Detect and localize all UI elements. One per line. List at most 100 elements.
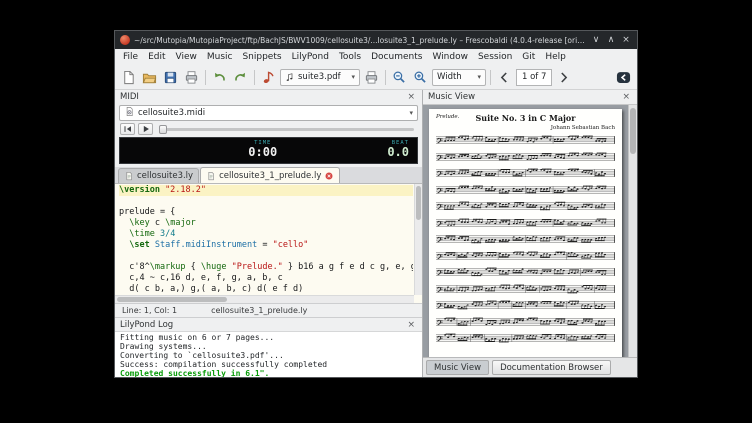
redo-icon[interactable] xyxy=(231,68,250,87)
menu-session[interactable]: Session xyxy=(473,51,517,63)
titlebar[interactable]: ~/src/Mutopia/MutopiaProject/ftp/BachJS/… xyxy=(115,31,637,49)
log-line: Fitting music on 6 or 7 pages... xyxy=(120,333,417,342)
open-document-icon[interactable] xyxy=(140,68,159,87)
toolbar-separator xyxy=(254,70,255,85)
editor-vscroll-thumb[interactable] xyxy=(416,186,421,220)
lcd-beat-value: 0.0 xyxy=(387,146,409,160)
tool-selector-tabs: Music ViewDocumentation Browser xyxy=(423,357,637,377)
undo-icon[interactable] xyxy=(210,68,229,87)
code-token: \huge xyxy=(201,262,227,272)
code-token: c'8^ xyxy=(119,262,150,272)
staff-system-11 xyxy=(436,300,615,310)
close-window-icon[interactable]: × xyxy=(620,33,632,47)
editor-tab-2[interactable]: cellosuite3_1_prelude.ly xyxy=(200,167,340,183)
log-panel-title: LilyPond Log xyxy=(120,320,405,330)
menu-git[interactable]: Git xyxy=(517,51,540,63)
code-line-5[interactable]: \time 3/4 xyxy=(119,229,413,240)
collapse-toolbar-icon[interactable] xyxy=(614,68,633,87)
movement-label: Prelude. xyxy=(436,114,459,120)
editor-vertical-scrollbar[interactable] xyxy=(414,184,422,295)
menu-view[interactable]: View xyxy=(171,51,202,63)
view-width-combo[interactable]: Width▾ xyxy=(432,69,486,86)
code-line-8[interactable]: c'8^\markup { \huge "Prelude." } b16 a g… xyxy=(119,262,413,273)
menu-lilypond[interactable]: LilyPond xyxy=(287,51,334,63)
midi-panel-close-icon[interactable]: × xyxy=(405,91,417,103)
editor-tab-1[interactable]: cellosuite3.ly xyxy=(118,168,199,183)
code-line-1[interactable]: \version "2.18.2" xyxy=(119,185,413,196)
midi-position-slider[interactable] xyxy=(159,128,414,131)
toolbar-separator xyxy=(385,70,386,85)
code-token: } b16 a g f e d c g, e, g, xyxy=(283,262,413,272)
close-tab-icon[interactable] xyxy=(324,171,334,181)
main-area: MIDI × cellosuite3.midi ▾ xyxy=(115,90,637,377)
music-view-scroll-thumb[interactable] xyxy=(630,108,636,154)
menu-music[interactable]: Music xyxy=(202,51,238,63)
code-token: "Prelude." xyxy=(232,262,283,272)
menu-documents[interactable]: Documents xyxy=(366,51,427,63)
new-document-icon[interactable] xyxy=(119,68,138,87)
desktop-background: ~/src/Mutopia/MutopiaProject/ftp/BachJS/… xyxy=(0,0,752,423)
staff-system-7 xyxy=(436,234,615,244)
status-filename: cellosuite3_1_prelude.ly xyxy=(211,306,307,315)
zoom-in-icon[interactable] xyxy=(411,68,430,87)
code-token: \markup xyxy=(150,262,186,272)
previous-page-icon[interactable] xyxy=(495,68,514,87)
frescobaldi-app-icon xyxy=(120,35,130,45)
code-token xyxy=(119,218,129,228)
editor-hscroll-thumb[interactable] xyxy=(117,297,227,302)
midi-file-combo[interactable]: cellosuite3.midi ▾ xyxy=(119,105,418,121)
midi-slider-thumb[interactable] xyxy=(159,125,167,134)
staff-system-2 xyxy=(436,152,615,162)
tool-tab-music-view[interactable]: Music View xyxy=(426,360,489,375)
code-token: { xyxy=(186,262,201,272)
menu-edit[interactable]: Edit xyxy=(143,51,170,63)
minimize-icon[interactable]: ∨ xyxy=(590,33,602,47)
save-document-icon[interactable] xyxy=(161,68,180,87)
music-view-close-icon[interactable]: × xyxy=(620,91,632,103)
music-document-combo[interactable]: suite3.pdf▾ xyxy=(280,69,360,86)
code-token xyxy=(119,229,129,239)
lcd-time-group: TIME 0:00 xyxy=(248,140,277,160)
zoom-out-icon[interactable] xyxy=(390,68,409,87)
menu-help[interactable]: Help xyxy=(540,51,571,63)
menu-tools[interactable]: Tools xyxy=(334,51,366,63)
code-line-9[interactable]: c,4 ~ c,16 d, e, f, g, a, b, c xyxy=(119,273,413,284)
music-view-scrollbar[interactable] xyxy=(628,105,637,357)
code-line-7[interactable] xyxy=(119,251,413,262)
print-source-icon[interactable] xyxy=(182,68,201,87)
code-token: d( c b, a,) g,( a, b, c) d( e f d) xyxy=(119,284,303,294)
staff-system-3 xyxy=(436,168,615,178)
maximize-icon[interactable]: ∧ xyxy=(605,33,617,47)
editor-horizontal-scrollbar[interactable] xyxy=(115,295,414,303)
print-music-icon[interactable] xyxy=(362,68,381,87)
menu-file[interactable]: File xyxy=(118,51,143,63)
midi-file-row: cellosuite3.midi ▾ xyxy=(115,104,422,122)
code-line-10[interactable]: d( c b, a,) g,( a, b, c) d( e f d) xyxy=(119,284,413,295)
code-line-4[interactable]: \key c \major xyxy=(119,218,413,229)
tool-tab-documentation-browser[interactable]: Documentation Browser xyxy=(492,360,611,375)
menu-window[interactable]: Window xyxy=(427,51,473,63)
staff-system-12 xyxy=(436,317,615,327)
code-line-2[interactable] xyxy=(119,196,413,207)
code-token: "2.18.2" xyxy=(165,185,206,195)
toolbar-separator xyxy=(205,70,206,85)
engrave-lilypond-icon[interactable] xyxy=(259,68,278,87)
midi-restart-button[interactable] xyxy=(120,123,135,135)
toolbar: suite3.pdf▾Width▾1 of 7 xyxy=(115,65,637,90)
code-line-3[interactable]: prelude = { xyxy=(119,207,413,218)
code-line-6[interactable]: \set Staff.midiInstrument = "cello" xyxy=(119,240,413,251)
log-panel-close-icon[interactable]: × xyxy=(405,319,417,331)
menubar: FileEditViewMusicSnippetsLilyPondToolsDo… xyxy=(115,49,637,65)
staff-system-4 xyxy=(436,185,615,195)
next-page-icon[interactable] xyxy=(554,68,573,87)
dropdown-arrow-icon: ▾ xyxy=(477,73,481,81)
log-line: Converting to `cellosuite3.pdf'... xyxy=(120,351,417,360)
midi-lcd-display: TIME 0:00 BEAT 0.0 xyxy=(119,137,418,164)
music-note-icon xyxy=(285,72,295,82)
music-view-area[interactable]: Prelude. Suite No. 3 in C Major Johann S… xyxy=(423,104,637,357)
midi-transport xyxy=(115,122,422,136)
midi-play-button[interactable] xyxy=(138,123,153,135)
menu-snippets[interactable]: Snippets xyxy=(237,51,286,63)
music-document-combo-label: suite3.pdf xyxy=(298,72,348,82)
code-editor[interactable]: \version "2.18.2" prelude = { \key c \ma… xyxy=(115,184,422,303)
